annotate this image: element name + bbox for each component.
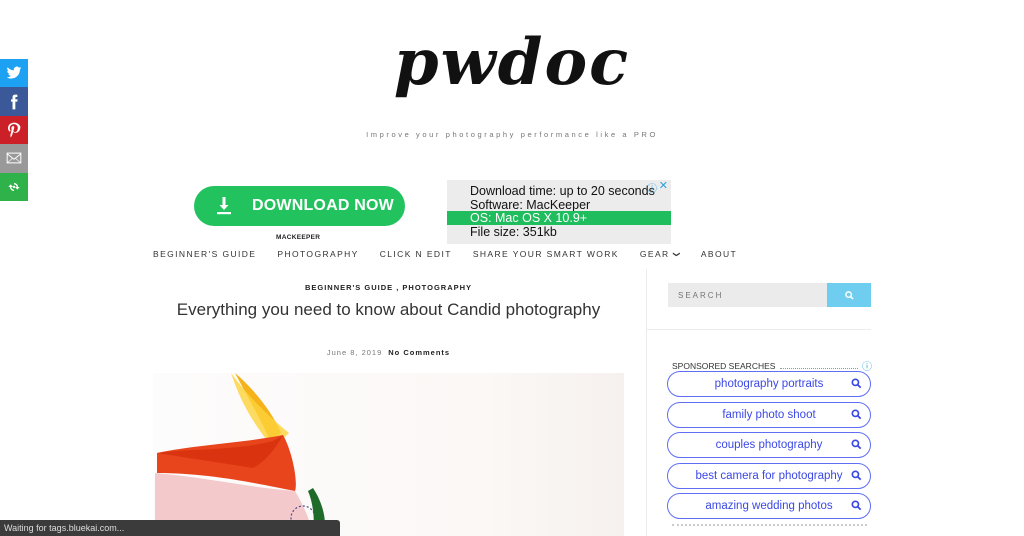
download-now-button[interactable]: DOWNLOAD NOW (194, 186, 405, 226)
sponsored-search-label: amazing wedding photos (705, 500, 833, 512)
ad-line-download-time: Download time: up to 20 seconds (470, 184, 655, 198)
sponsored-search-label: family photo shoot (722, 408, 816, 421)
search-icon (851, 378, 862, 389)
ad-line-file-size: File size: 351kb (470, 225, 557, 239)
sponsored-search-label: couples photography (715, 439, 823, 451)
nav-photography[interactable]: PHOTOGRAPHY (277, 249, 358, 259)
ad-line-os: OS: Mac OS X 10.9+ (447, 211, 671, 225)
ad-line-software: Software: MacKeeper (470, 198, 591, 212)
pinterest-icon (8, 122, 21, 138)
main-nav: BEGINNER'S GUIDE PHOTOGRAPHY CLICK N EDI… (153, 249, 758, 259)
category-link-photography[interactable]: PHOTOGRAPHY (402, 283, 472, 292)
heading-dotted-rule (780, 363, 858, 369)
search-icon (851, 500, 862, 511)
more-share-icon (8, 182, 20, 191)
ad-info-box[interactable]: Download time: up to 20 seconds Software… (447, 180, 671, 244)
nav-share-your-smart-work[interactable]: SHARE YOUR SMART WORK (473, 249, 619, 259)
share-twitter-button[interactable] (0, 59, 28, 88)
column-divider (646, 269, 647, 536)
sponsored-search-item[interactable]: amazing wedding photos (667, 493, 871, 519)
site-tagline: Improve your photography performance lik… (366, 130, 658, 139)
search-icon (851, 408, 862, 419)
search-button[interactable] (827, 283, 871, 307)
chevron-down-icon: ❯ (672, 251, 680, 259)
sponsored-searches-list: photography portraits family photo shoot… (667, 371, 871, 524)
email-icon (6, 153, 22, 164)
sponsored-search-item[interactable]: best camera for photography (667, 462, 871, 489)
post-comments-link[interactable]: No Comments (388, 348, 450, 357)
search-input[interactable] (668, 283, 827, 307)
featured-image[interactable] (153, 373, 624, 536)
facebook-icon (11, 94, 18, 109)
post-date: June 8, 2019 (326, 348, 383, 357)
sidebar-divider (647, 329, 871, 330)
sponsored-search-item[interactable]: couples photography (667, 432, 871, 458)
ad-close-icon[interactable]: ✕ (659, 179, 668, 192)
sponsored-search-label: photography portraits (714, 378, 824, 390)
download-icon (214, 197, 234, 215)
sponsored-searches-title: SPONSORED SEARCHES (672, 360, 776, 371)
sponsored-search-item[interactable]: photography portraits (667, 371, 871, 397)
category-link-beginners-guide[interactable]: BEGINNER'S GUIDE (305, 283, 393, 292)
search-icon (851, 439, 862, 450)
download-now-label: DOWNLOAD NOW (252, 197, 394, 214)
sidebar-search (668, 283, 871, 307)
share-more-button[interactable] (0, 172, 28, 201)
twitter-icon (6, 66, 22, 79)
share-pinterest-button[interactable] (0, 115, 28, 145)
search-icon (844, 290, 854, 300)
share-email-button[interactable] (0, 144, 28, 173)
nav-gear-label: GEAR (639, 249, 670, 259)
site-logo[interactable]: pwdoc (0, 18, 1024, 108)
nav-beginners-guide[interactable]: BEGINNER'S GUIDE (153, 249, 256, 259)
nav-about[interactable]: ABOUT (701, 249, 737, 259)
flag-image (155, 373, 325, 536)
sponsored-footer-rule (672, 524, 867, 526)
ad-info-icon[interactable]: ⓘ (647, 180, 657, 195)
sponsored-search-label: best camera for photography (695, 469, 843, 482)
post-title[interactable]: Everything you need to know about Candid… (153, 300, 624, 320)
social-share-bar (0, 59, 28, 201)
post-meta: June 8, 2019 No Comments (153, 348, 624, 357)
sponsored-search-item[interactable]: family photo shoot (667, 401, 871, 428)
nav-gear[interactable]: GEAR ❯ (640, 249, 680, 259)
search-icon (851, 469, 862, 480)
ad-brand-label: MACKEEPER (276, 234, 321, 241)
post-categories: BEGINNER'S GUIDE , PHOTOGRAPHY (153, 283, 624, 292)
browser-status-bar: Waiting for tags.bluekai.com... (0, 520, 340, 536)
share-facebook-button[interactable] (0, 87, 28, 116)
nav-click-n-edit[interactable]: CLICK N EDIT (380, 249, 452, 259)
